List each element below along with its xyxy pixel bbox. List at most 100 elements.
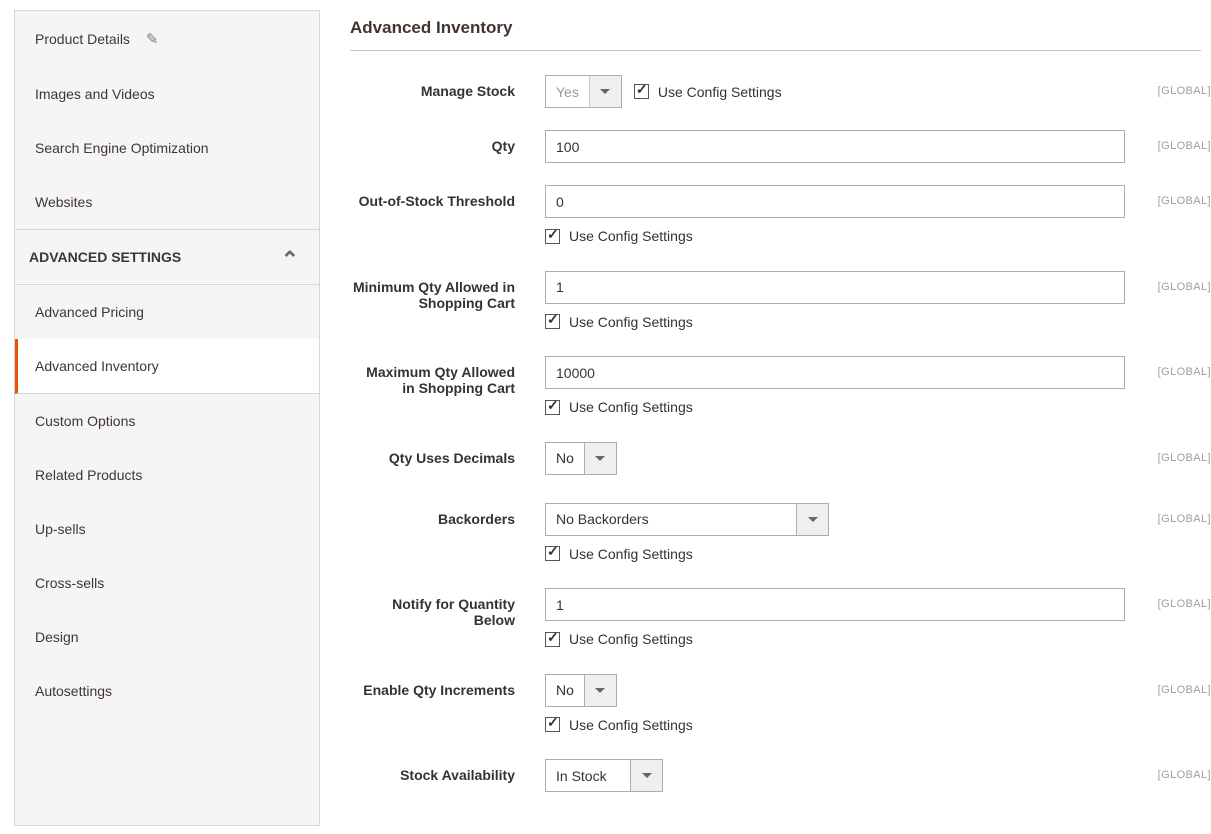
select-value: No	[546, 443, 584, 474]
checkbox-label: Use Config Settings	[569, 314, 693, 330]
checkbox-label: Use Config Settings	[569, 717, 693, 733]
chevron-up-icon	[281, 248, 299, 266]
scope-label: [GLOBAL]	[1141, 674, 1211, 696]
checkbox-label: Use Config Settings	[569, 631, 693, 647]
field-qty-decimals: Qty Uses Decimals No [GLOBAL]	[350, 442, 1211, 475]
main-content: Advanced Inventory Manage Stock Yes Use …	[320, 0, 1211, 826]
use-config-checkbox[interactable]: Use Config Settings	[545, 717, 693, 733]
field-label: Qty Uses Decimals	[350, 442, 545, 466]
out-of-stock-threshold-input[interactable]	[545, 185, 1125, 218]
checkbox-icon	[545, 632, 560, 647]
notify-qty-input[interactable]	[545, 588, 1125, 621]
min-qty-input[interactable]	[545, 271, 1125, 304]
sidebar-item-advanced-inventory[interactable]: Advanced Inventory	[15, 339, 319, 394]
checkbox-icon	[545, 546, 560, 561]
chevron-down-icon	[584, 675, 616, 706]
field-label: Enable Qty Increments	[350, 674, 545, 698]
select-value: Yes	[546, 76, 589, 107]
scope-label: [GLOBAL]	[1141, 588, 1211, 610]
checkbox-icon	[634, 84, 649, 99]
sidebar-item-label: Custom Options	[35, 413, 135, 429]
field-label: Out-of-Stock Threshold	[350, 185, 545, 209]
scope-label: [GLOBAL]	[1141, 759, 1211, 781]
checkbox-icon	[545, 229, 560, 244]
enable-increments-select[interactable]: No	[545, 674, 617, 707]
field-label: Backorders	[350, 503, 545, 527]
use-config-checkbox[interactable]: Use Config Settings	[545, 631, 693, 647]
sidebar-item-custom-options[interactable]: Custom Options	[15, 394, 319, 448]
checkbox-icon	[545, 400, 560, 415]
select-value: No Backorders	[546, 504, 796, 535]
select-value: In Stock	[546, 760, 630, 791]
chevron-down-icon	[630, 760, 662, 791]
field-label: Qty	[350, 130, 545, 154]
sidebar-item-product-details[interactable]: Product Details	[15, 11, 319, 67]
field-out-of-stock-threshold: Out-of-Stock Threshold Use Config Settin…	[350, 185, 1211, 257]
sidebar-item-label: Images and Videos	[35, 86, 155, 102]
sidebar-item-label: Autosettings	[35, 683, 112, 699]
field-label: Stock Availability	[350, 759, 545, 783]
scope-label: [GLOBAL]	[1141, 130, 1211, 152]
select-value: No	[546, 675, 584, 706]
pencil-icon	[146, 31, 159, 47]
scope-label: [GLOBAL]	[1141, 503, 1211, 525]
checkbox-label: Use Config Settings	[569, 228, 693, 244]
sidebar-item-label: Up-sells	[35, 521, 86, 537]
scope-label: [GLOBAL]	[1141, 271, 1211, 293]
use-config-checkbox[interactable]: Use Config Settings	[545, 314, 693, 330]
field-enable-qty-increments: Enable Qty Increments No Use Config Sett…	[350, 674, 1211, 746]
sidebar-item-images-videos[interactable]: Images and Videos	[15, 67, 319, 121]
use-config-checkbox[interactable]: Use Config Settings	[634, 84, 782, 100]
field-label: Manage Stock	[350, 75, 545, 99]
checkbox-label: Use Config Settings	[658, 84, 782, 100]
sidebar-item-seo[interactable]: Search Engine Optimization	[15, 121, 319, 175]
max-qty-input[interactable]	[545, 356, 1125, 389]
sidebar-item-design[interactable]: Design	[15, 610, 319, 664]
backorders-select[interactable]: No Backorders	[545, 503, 829, 536]
sidebar-item-related-products[interactable]: Related Products	[15, 448, 319, 502]
sidebar-item-label: Cross-sells	[35, 575, 104, 591]
qty-decimals-select[interactable]: No	[545, 442, 617, 475]
field-notify-qty-below: Notify for Quantity Below Use Config Set…	[350, 588, 1211, 660]
stock-availability-select[interactable]: In Stock	[545, 759, 663, 792]
chevron-down-icon	[796, 504, 828, 535]
checkbox-label: Use Config Settings	[569, 399, 693, 415]
sidebar-item-cross-sells[interactable]: Cross-sells	[15, 556, 319, 610]
field-qty: Qty [GLOBAL]	[350, 130, 1211, 163]
sidebar-item-label: Product Details	[35, 31, 130, 47]
qty-input[interactable]	[545, 130, 1125, 163]
sidebar-item-label: Advanced Inventory	[35, 358, 159, 374]
checkbox-icon	[545, 717, 560, 732]
scope-label: [GLOBAL]	[1141, 75, 1211, 97]
sidebar-item-up-sells[interactable]: Up-sells	[15, 502, 319, 556]
sidebar-item-label: Design	[35, 629, 79, 645]
page-title: Advanced Inventory	[350, 18, 1201, 51]
field-stock-availability: Stock Availability In Stock [GLOBAL]	[350, 759, 1211, 792]
use-config-checkbox[interactable]: Use Config Settings	[545, 546, 693, 562]
field-backorders: Backorders No Backorders Use Config Sett…	[350, 503, 1211, 575]
field-max-qty-cart: Maximum Qty Allowed in Shopping Cart Use…	[350, 356, 1211, 428]
sidebar-item-label: Search Engine Optimization	[35, 140, 209, 156]
sidebar-item-websites[interactable]: Websites	[15, 175, 319, 229]
sidebar-section-label: Advanced Settings	[29, 249, 181, 265]
scope-label: [GLOBAL]	[1141, 442, 1211, 464]
use-config-checkbox[interactable]: Use Config Settings	[545, 228, 693, 244]
sidebar-item-label: Websites	[35, 194, 92, 210]
sidebar-item-label: Related Products	[35, 467, 142, 483]
field-label: Maximum Qty Allowed in Shopping Cart	[350, 356, 545, 396]
sidebar-item-advanced-pricing[interactable]: Advanced Pricing	[15, 285, 319, 339]
use-config-checkbox[interactable]: Use Config Settings	[545, 399, 693, 415]
sidebar-section-advanced-settings[interactable]: Advanced Settings	[15, 229, 319, 285]
field-label: Notify for Quantity Below	[350, 588, 545, 628]
checkbox-icon	[545, 314, 560, 329]
sidebar: Product Details Images and Videos Search…	[14, 10, 320, 826]
field-manage-stock: Manage Stock Yes Use Config Settings [GL…	[350, 75, 1211, 108]
chevron-down-icon	[584, 443, 616, 474]
scope-label: [GLOBAL]	[1141, 185, 1211, 207]
checkbox-label: Use Config Settings	[569, 546, 693, 562]
scope-label: [GLOBAL]	[1141, 356, 1211, 378]
sidebar-item-label: Advanced Pricing	[35, 304, 144, 320]
sidebar-item-autosettings[interactable]: Autosettings	[15, 664, 319, 718]
field-label: Minimum Qty Allowed in Shopping Cart	[350, 271, 545, 311]
manage-stock-select[interactable]: Yes	[545, 75, 622, 108]
